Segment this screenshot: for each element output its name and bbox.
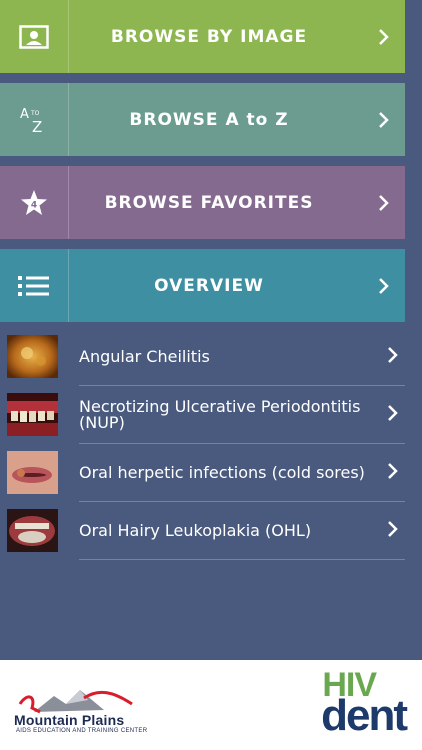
favorites-count-badge: 4 <box>31 200 37 210</box>
chevron-right-icon <box>387 520 399 542</box>
footer: Mountain Plains AIDS EDUCATION AND TRAIN… <box>0 660 422 750</box>
list-item[interactable]: Angular Cheilitis <box>0 328 405 386</box>
list-item-title: Necrotizing Ulcerative Periodontitis (NU… <box>79 397 361 432</box>
thumbnail-image <box>7 393 58 436</box>
condition-list: Angular Cheilitis Necrotizing Ulcerative… <box>0 328 405 560</box>
chevron-right-icon <box>363 277 405 295</box>
browse-a-to-z-label: BROWSE A to Z <box>129 109 289 130</box>
a-to-z-icon-letter-a: A <box>20 107 29 122</box>
chevron-right-icon <box>387 404 399 426</box>
list-item-title: Oral herpetic infections (cold sores) <box>79 463 365 482</box>
chevron-right-icon <box>363 194 405 212</box>
chevron-right-icon <box>387 346 399 368</box>
list-item-title: Angular Cheilitis <box>79 347 210 366</box>
star-icon: 4 <box>0 166 69 239</box>
browse-by-image-button[interactable]: BROWSE BY IMAGE <box>0 0 405 73</box>
chevron-right-icon <box>387 462 399 484</box>
list-item[interactable]: Oral Hairy Leukoplakia (OHL) <box>0 502 405 560</box>
list-item[interactable]: Necrotizing Ulcerative Periodontitis (NU… <box>0 386 405 444</box>
browse-a-to-z-button[interactable]: A TO Z BROWSE A to Z <box>0 83 405 156</box>
a-to-z-icon-to: TO <box>30 110 40 117</box>
list-item-title: Oral Hairy Leukoplakia (OHL) <box>79 521 312 540</box>
overview-button[interactable]: OVERVIEW <box>0 249 405 322</box>
browse-favorites-button[interactable]: 4 BROWSE FAVORITES <box>0 166 405 239</box>
chevron-right-icon <box>363 28 405 46</box>
browse-favorites-label: BROWSE FAVORITES <box>104 192 314 213</box>
list-item[interactable]: Oral herpetic infections (cold sores) <box>0 444 405 502</box>
mountain-plains-title: Mountain Plains <box>14 712 125 728</box>
image-icon <box>0 0 69 73</box>
hivdent-logo-dent: dent <box>321 691 408 740</box>
overview-label: OVERVIEW <box>154 275 264 296</box>
divider <box>79 559 405 560</box>
thumbnail-image <box>7 509 58 552</box>
list-icon <box>0 249 69 322</box>
thumbnail-image <box>7 451 58 494</box>
thumbnail-image <box>7 335 58 378</box>
a-to-z-icon: A TO Z <box>0 83 69 156</box>
browse-by-image-label: BROWSE BY IMAGE <box>110 26 308 47</box>
a-to-z-icon-letter-z: Z <box>32 118 42 135</box>
mountain-plains-subtitle: AIDS EDUCATION AND TRAINING CENTER <box>16 728 148 734</box>
chevron-right-icon <box>363 111 405 129</box>
